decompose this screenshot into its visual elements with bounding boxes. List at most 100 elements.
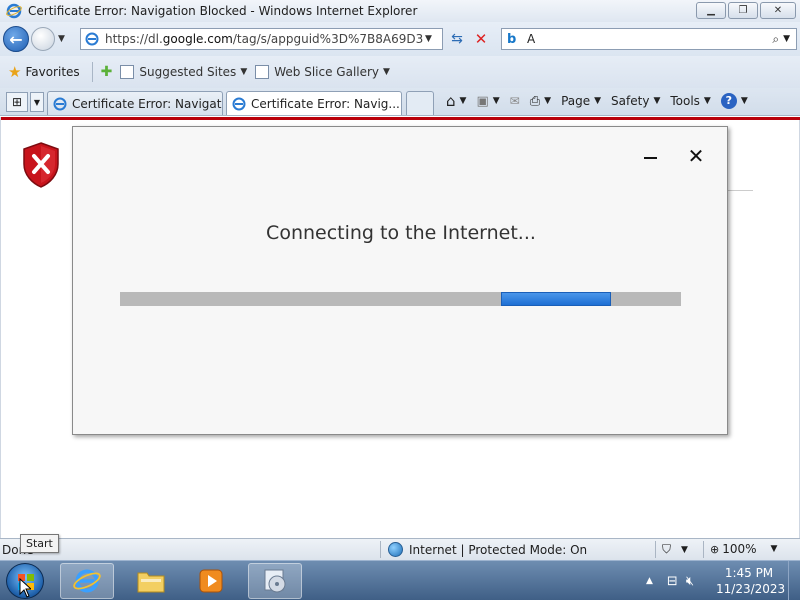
search-input[interactable] [527, 32, 757, 46]
print-button[interactable]: ⎙ ▼ [530, 94, 551, 109]
quick-tabs-button[interactable]: ⊞ [6, 92, 28, 112]
start-tooltip: Start [20, 534, 59, 553]
window-title: Certificate Error: Navigation Blocked - … [28, 4, 418, 18]
tab-certificate-error-2[interactable]: Certificate Error: Navig... ✕ [226, 91, 402, 115]
security-zone[interactable]: Internet | Protected Mode: On [388, 542, 587, 557]
minimize-icon: ▁ [707, 5, 715, 16]
clock-date: 11/23/2023 [716, 582, 786, 596]
mouse-cursor-icon [19, 578, 31, 598]
back-arrow-icon: ← [9, 29, 23, 49]
progress-bar-fill [501, 292, 611, 306]
refresh-button[interactable]: ⇆ [446, 28, 468, 50]
mail-icon: ✉ [509, 94, 520, 108]
feeds-button[interactable]: ▣ ▼ [476, 94, 499, 109]
close-icon: ✕ [773, 5, 783, 16]
search-dropdown-icon[interactable]: ▼ [783, 34, 790, 44]
restore-icon: ❐ [738, 5, 748, 16]
chevron-down-icon: ▼ [681, 544, 688, 555]
read-mail-button[interactable]: ✉ [510, 94, 520, 108]
status-bar: Done Internet | Protected Mode: On ⛉ ▼ ⊕… [0, 538, 800, 560]
chevron-down-icon: ▼ [653, 96, 661, 106]
address-dropdown-icon[interactable]: ▼ [425, 34, 432, 44]
address-bar[interactable]: https://dl.google.com/tag/s/appguid%3D%7… [80, 28, 443, 50]
address-row: ← ▼ https://dl.google.com/tag/s/appguid%… [0, 22, 800, 56]
quick-tabs-icon: ⊞ [11, 95, 23, 109]
url-prefix: https://dl. [105, 32, 163, 46]
taskbar-windows-explorer[interactable] [124, 563, 178, 599]
chevron-down-icon: ▼ [740, 96, 748, 106]
search-box[interactable]: b ⌕ ▼ [501, 28, 797, 50]
system-tray: ▲ ⊟ 🔇︎ [640, 561, 694, 600]
network-icon[interactable]: ⊟ [667, 574, 678, 589]
tab-label: Certificate Error: Navig... [251, 96, 400, 111]
favorites-item-web-slice-gallery[interactable]: Web Slice Gallery ▼ [255, 65, 390, 79]
home-button[interactable]: ⌂ ▼ [446, 92, 466, 110]
status-separator [380, 541, 381, 558]
volume-muted-icon[interactable]: 🔇︎ [686, 574, 694, 589]
web-slice-icon [255, 65, 270, 79]
safety-menu[interactable]: Safety ▼ [611, 94, 660, 108]
favorites-item-label: Web Slice Gallery [274, 65, 380, 79]
internet-globe-icon [388, 542, 403, 557]
favorites-button[interactable]: Favorites [25, 65, 79, 79]
taskbar-clock[interactable]: 1:45 PM 11/23/2023 [716, 565, 786, 597]
error-bar-accent [1, 117, 800, 120]
status-separator [655, 541, 656, 558]
ie-tab-icon [53, 97, 67, 110]
back-button[interactable]: ← [3, 26, 29, 52]
recent-pages-dropdown[interactable]: ▼ [58, 34, 65, 44]
taskbar-media-player[interactable] [184, 563, 238, 599]
ie-logo-icon [6, 3, 22, 19]
chevron-down-icon: ▼ [703, 96, 711, 106]
security-zone-label: Internet | Protected Mode: On [409, 542, 588, 557]
rss-feed-icon: ▣ [476, 93, 489, 109]
close-icon: ✕ [687, 144, 705, 168]
dialog-minimize-button[interactable] [639, 145, 661, 167]
tab-close-icon[interactable]: ✕ [400, 97, 401, 111]
close-window-button[interactable]: ✕ [760, 2, 796, 19]
favorites-item-label: Suggested Sites [139, 65, 237, 79]
taskbar: ▲ ⊟ 🔇︎ 1:45 PM 11/23/2023 [0, 560, 800, 600]
zoom-magnifier-icon: ⊕ [710, 542, 720, 556]
zoom-control[interactable]: ⊕ 100% ▼ [710, 542, 777, 556]
url-rest: /tag/s/appguid%3D%7B8A69D345-D56 [232, 32, 423, 46]
minimize-button[interactable]: ▁ [696, 2, 726, 19]
page-menu-label: Page [561, 94, 591, 108]
minimize-icon [643, 156, 657, 159]
popup-blocker-button[interactable]: ⛉ ▼ [662, 542, 688, 557]
stop-button[interactable]: ✕ [470, 28, 492, 50]
taskbar-setup-program[interactable] [248, 563, 302, 599]
status-separator [703, 541, 704, 558]
show-desktop-button[interactable] [788, 561, 800, 600]
taskbar-internet-explorer[interactable] [60, 563, 114, 599]
search-icon[interactable]: ⌕ [772, 32, 779, 47]
favorites-item-suggested-sites[interactable]: Suggested Sites ▼ [120, 65, 247, 79]
tab-certificate-error-1[interactable]: Certificate Error: Navigatio... [47, 91, 223, 115]
chevron-down-icon: ▼ [770, 544, 778, 554]
safety-menu-label: Safety [611, 94, 650, 108]
security-error-shield-icon [23, 142, 59, 188]
suggested-sites-icon [120, 65, 135, 79]
page-icon [85, 32, 99, 46]
new-tab-button[interactable] [406, 91, 434, 115]
restore-button[interactable]: ❐ [728, 2, 758, 19]
chevron-down-icon: ▼ [383, 67, 390, 77]
clock-time: 1:45 PM [724, 566, 774, 580]
page-menu[interactable]: Page ▼ [561, 94, 601, 108]
title-bar: Certificate Error: Navigation Blocked - … [0, 0, 800, 22]
media-player-icon [199, 569, 223, 593]
favorites-star-icon[interactable]: ★ [8, 63, 21, 81]
tab-row: ⊞ ▼ Certificate Error: Navigatio... Cert… [0, 88, 800, 116]
tab-list-button[interactable]: ▼ [30, 92, 44, 112]
forward-button[interactable] [31, 27, 55, 51]
help-menu[interactable]: ? ▼ [720, 93, 748, 109]
show-hidden-icons-icon[interactable]: ▲ [646, 576, 653, 586]
tools-menu[interactable]: Tools ▼ [670, 94, 710, 108]
favorites-bar: ★ Favorites ✚ Suggested Sites ▼ Web Slic… [0, 56, 800, 88]
address-url[interactable]: https://dl.google.com/tag/s/appguid%3D%7… [105, 32, 423, 46]
folder-icon [137, 572, 165, 593]
dialog-close-button[interactable]: ✕ [685, 144, 707, 168]
add-to-favorites-bar-icon[interactable]: ✚ [101, 64, 113, 80]
zoom-level: 100% [722, 542, 757, 556]
dialog-message: Connecting to the Internet... [266, 222, 536, 244]
